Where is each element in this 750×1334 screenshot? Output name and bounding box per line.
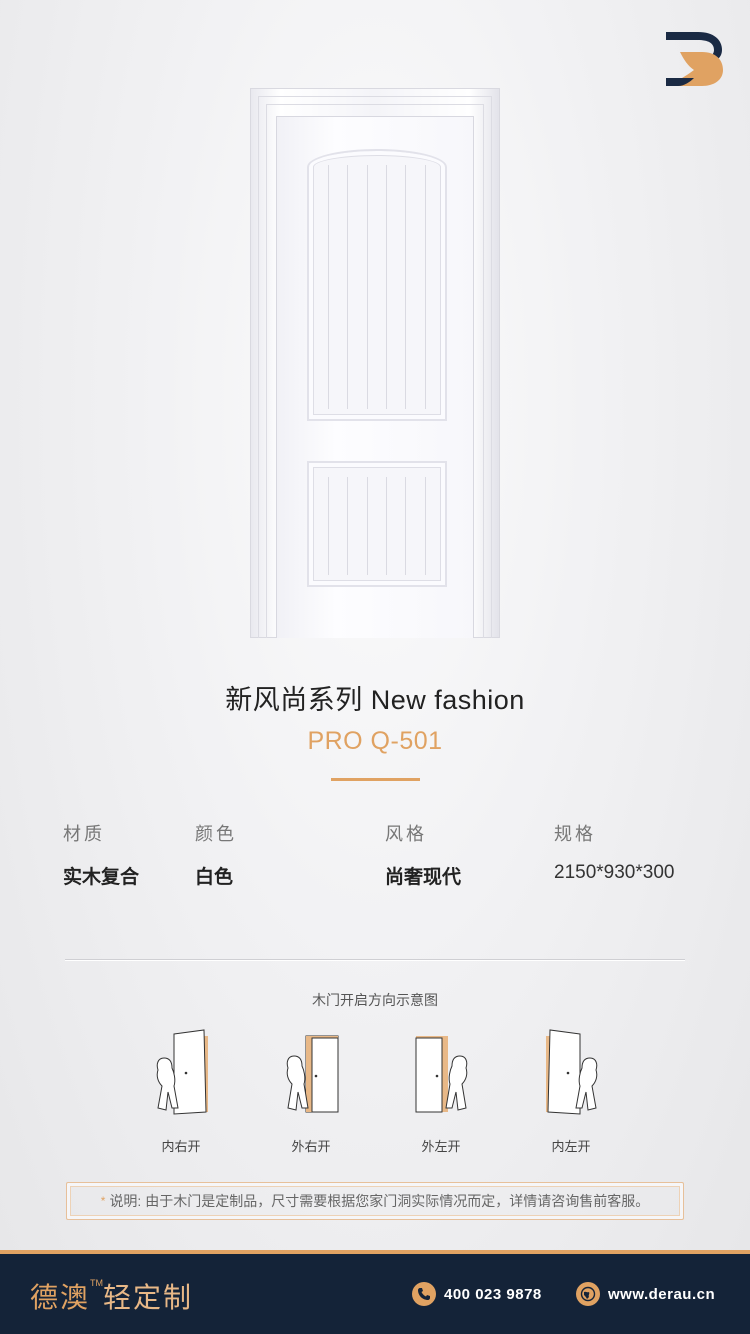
brand-name: 德澳 xyxy=(30,1282,91,1313)
title-divider xyxy=(331,778,420,781)
door-upper-panel xyxy=(307,149,447,421)
direction-label: 内右开 xyxy=(161,1139,201,1154)
spec-color: 颜色 白色 xyxy=(195,820,237,889)
brand-suffix: 轻定制 xyxy=(103,1282,194,1313)
spec-value: 尚奢现代 xyxy=(385,867,462,888)
trademark: TM xyxy=(90,1278,104,1288)
note-text: 说明: 由于木门是定制品，尺寸需要根据您家门洞实际情况而定，详情请咨询售前客服。 xyxy=(109,1193,650,1209)
door-image xyxy=(250,88,500,638)
section-divider xyxy=(65,959,685,961)
footer-brand: 德澳TM轻定制 xyxy=(30,1276,193,1316)
custom-notice: * 说明: 由于木门是定制品，尺寸需要根据您家门洞实际情况而定，详情请咨询售前客… xyxy=(66,1182,684,1220)
door-inward-left-icon xyxy=(546,1029,598,1115)
phone-number: 400 023 9878 xyxy=(444,1285,542,1303)
spec-style: 风格 尚奢现代 xyxy=(385,820,461,889)
spec-label: 颜色 xyxy=(195,824,237,844)
spec-label: 材质 xyxy=(63,824,105,844)
door-leaf xyxy=(276,116,474,638)
website-link[interactable]: www.derau.cn xyxy=(576,1282,715,1306)
brand-logo-icon xyxy=(666,32,723,86)
note-star: * xyxy=(100,1194,106,1208)
spec-value: 白色 xyxy=(195,867,234,888)
door-outward-left-icon xyxy=(415,1036,468,1113)
website-url: www.derau.cn xyxy=(608,1285,716,1303)
direction-title: 木门开启方向示意图 xyxy=(312,992,438,1008)
door-lower-panel xyxy=(307,461,447,587)
spec-value: 实木复合 xyxy=(63,867,140,888)
spec-size: 规格 2150*930*300 xyxy=(554,820,674,884)
direction-label: 外右开 xyxy=(291,1139,331,1154)
phone-icon xyxy=(412,1282,436,1306)
door-outward-right-icon xyxy=(286,1035,339,1113)
series-title: 新风尚系列 New fashion xyxy=(225,685,525,715)
spec-material: 材质 实木复合 xyxy=(63,820,139,889)
spec-label: 风格 xyxy=(385,824,427,844)
spec-value: 2150*930*300 xyxy=(554,862,675,883)
model-number: PRO Q-501 xyxy=(307,727,443,755)
spec-label: 规格 xyxy=(554,824,596,844)
direction-label: 内左开 xyxy=(551,1139,591,1154)
phone-contact[interactable]: 400 023 9878 xyxy=(412,1282,542,1306)
door-inward-right-icon xyxy=(156,1029,208,1115)
direction-label: 外左开 xyxy=(421,1139,461,1154)
globe-icon xyxy=(576,1282,600,1306)
footer-bar: 德澳TM轻定制 400 023 9878 www.derau.cn xyxy=(0,1254,750,1334)
